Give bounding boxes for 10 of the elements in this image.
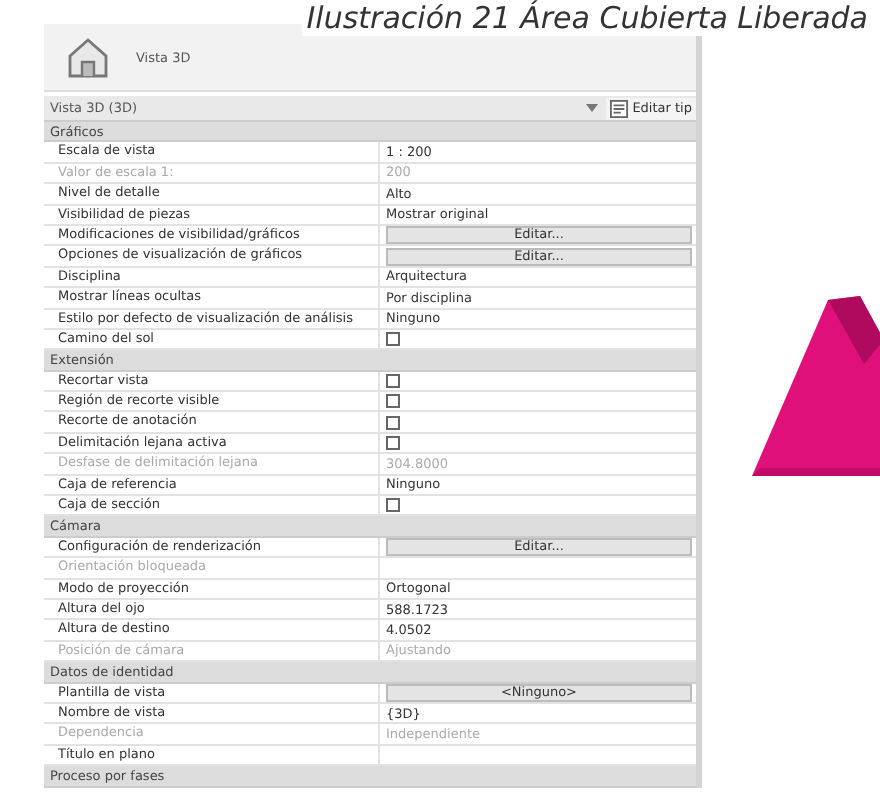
checkbox[interactable] (386, 436, 400, 451)
3d-view-icon (64, 33, 112, 81)
checkbox[interactable] (386, 498, 400, 513)
checkbox[interactable] (386, 415, 400, 430)
figure-caption: Ilustración 21 Área Cubierta Liberada (302, 0, 872, 36)
checkbox[interactable] (386, 332, 400, 347)
checkbox[interactable] (386, 394, 400, 409)
edit-type-icon (610, 99, 629, 117)
checkbox[interactable] (386, 373, 400, 388)
dropdown-caret-icon[interactable] (586, 104, 599, 112)
